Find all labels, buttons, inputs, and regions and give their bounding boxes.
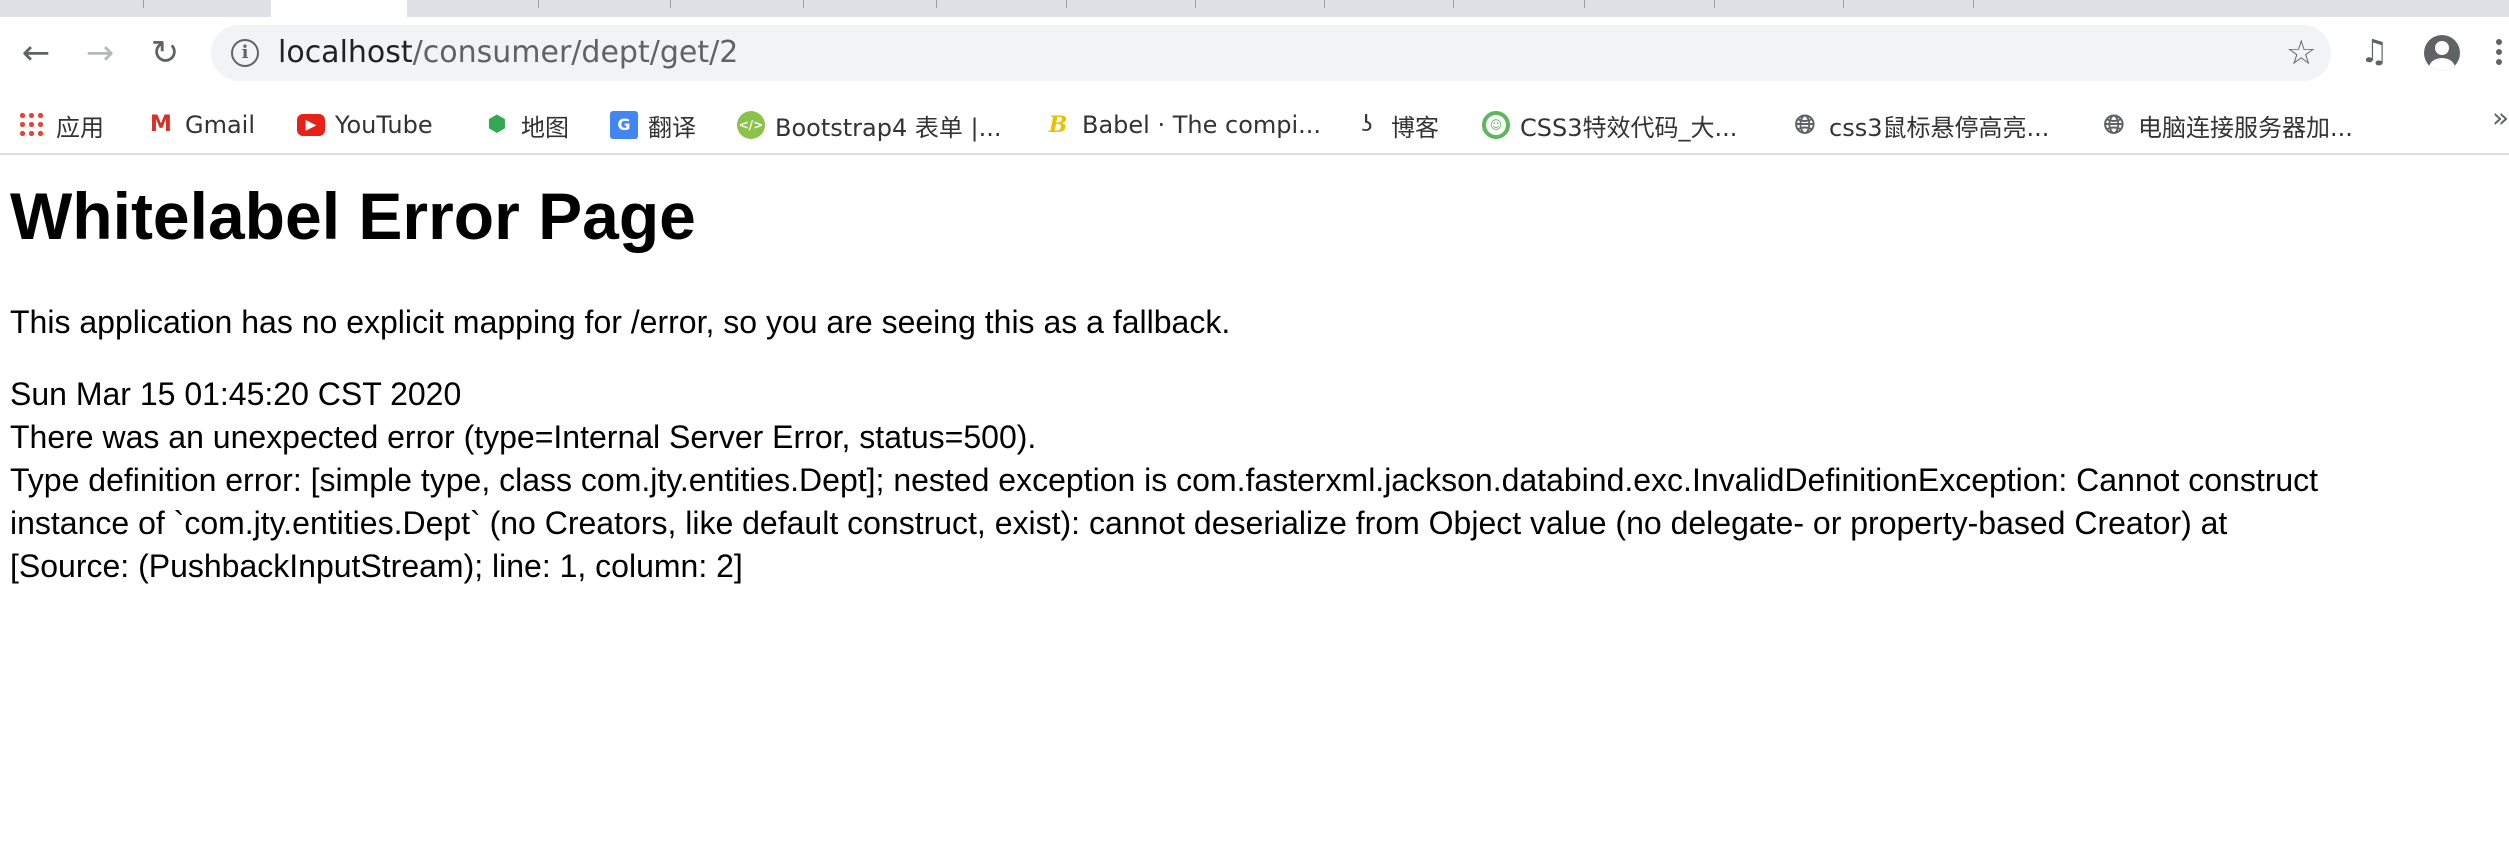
- tab-divider: [1195, 0, 1196, 8]
- menu-dots-icon[interactable]: [2496, 39, 2504, 69]
- babel-icon: B: [1048, 112, 1068, 138]
- bookmark-label: Bootstrap4 表单 |...: [775, 113, 1002, 142]
- bookmarks-overflow-button[interactable]: »: [2492, 101, 2509, 134]
- reload-icon[interactable]: ↻: [145, 33, 185, 73]
- bookmark-label: 应用: [56, 113, 104, 142]
- active-tab[interactable]: [271, 0, 407, 17]
- bookmark-apps[interactable]: 应用: [18, 103, 104, 147]
- browser-toolbar: ← → ↻ i localhost/consumer/dept/get/2 ☆ …: [0, 17, 2509, 97]
- bookmark-translate[interactable]: G 翻译: [610, 103, 696, 147]
- bookmark-label: YouTube: [335, 111, 433, 139]
- url-text[interactable]: localhost/consumer/dept/get/2: [278, 33, 738, 73]
- gmail-icon: M: [150, 112, 172, 137]
- tab-divider: [936, 0, 937, 8]
- bookmark-server-connect[interactable]: 🌐︎ 电脑连接服务器加...: [2100, 103, 2353, 147]
- tab-divider: [803, 0, 804, 8]
- bookmark-css3-hover[interactable]: 🌐︎ css3鼠标悬停高亮...: [1791, 103, 2050, 147]
- bookmark-gmail[interactable]: M Gmail: [147, 103, 255, 147]
- tab-divider: [1066, 0, 1067, 8]
- error-message-line: [Source: (PushbackInputStream); line: 1,…: [10, 548, 743, 584]
- tab-divider: [143, 0, 144, 8]
- bookmark-bootstrap[interactable]: </> Bootstrap4 表单 |...: [737, 103, 1001, 147]
- tab-strip: [0, 0, 2509, 17]
- bookmark-youtube[interactable]: ▶ YouTube: [297, 103, 433, 147]
- page-title: Whitelabel Error Page: [10, 179, 696, 253]
- css3-site-icon: ☺: [1482, 111, 1510, 139]
- error-message-line: instance of `com.jty.entities.Dept` (no …: [10, 505, 2228, 541]
- bookmark-css3-effects[interactable]: ☺ CSS3特效代码_大...: [1482, 103, 1737, 147]
- tab-divider: [1714, 0, 1715, 8]
- bookmark-maps[interactable]: ⬢ 地图: [483, 103, 569, 147]
- tab-divider: [1324, 0, 1325, 8]
- bookmark-blog[interactable]: ʖ 博客: [1353, 103, 1439, 147]
- bookmarks-bar: 应用 M Gmail ▶ YouTube ⬢ 地图 G 翻译 </> Boots…: [0, 97, 2509, 155]
- bookmark-star-icon[interactable]: ☆: [2286, 31, 2316, 75]
- bookmark-label: 翻译: [648, 113, 696, 142]
- error-timestamp: Sun Mar 15 01:45:20 CST 2020: [10, 376, 462, 412]
- error-summary: There was an unexpected error (type=Inte…: [10, 419, 1037, 455]
- tab-divider: [1584, 0, 1585, 8]
- globe-icon: 🌐︎: [1794, 110, 1816, 140]
- bookmark-label: Gmail: [185, 111, 256, 139]
- media-queue-icon[interactable]: ♫: [2360, 31, 2389, 71]
- address-bar[interactable]: i localhost/consumer/dept/get/2 ☆: [211, 25, 2331, 81]
- bookmark-label: css3鼠标悬停高亮...: [1829, 113, 2050, 142]
- page-content: Whitelabel Error Page This application h…: [0, 155, 2509, 853]
- bookmark-label: Babel · The compi...: [1082, 111, 1322, 139]
- translate-icon: G: [610, 111, 638, 139]
- bookmark-label: 电脑连接服务器加...: [2138, 113, 2353, 142]
- tab-divider: [1453, 0, 1454, 8]
- info-icon[interactable]: i: [231, 39, 259, 67]
- blog-icon: ʖ: [1361, 112, 1373, 137]
- url-host: localhost: [278, 35, 413, 70]
- bootstrap-site-icon: </>: [737, 111, 765, 139]
- url-path: /consumer/dept/get/2: [412, 35, 739, 70]
- tab-divider: [1973, 0, 1974, 8]
- tab-divider: [538, 0, 539, 8]
- youtube-icon: ▶: [297, 114, 325, 136]
- forward-arrow-icon[interactable]: →: [80, 33, 120, 73]
- intro-text: This application has no explicit mapping…: [10, 304, 1231, 340]
- bookmark-label: 博客: [1391, 113, 1439, 142]
- tab-divider: [1843, 0, 1844, 8]
- bookmark-babel[interactable]: B Babel · The compi...: [1044, 103, 1321, 147]
- maps-icon: ⬢: [487, 112, 507, 137]
- error-message-line: Type definition error: [simple type, cla…: [10, 462, 2319, 498]
- tab-divider: [670, 0, 671, 8]
- globe-icon: 🌐︎: [2103, 110, 2125, 140]
- profile-avatar-icon[interactable]: [2424, 35, 2460, 71]
- apps-grid-icon: [18, 111, 46, 139]
- bookmark-label: 地图: [521, 113, 569, 142]
- bookmark-label: CSS3特效代码_大...: [1520, 113, 1738, 142]
- back-arrow-icon[interactable]: ←: [16, 33, 56, 73]
